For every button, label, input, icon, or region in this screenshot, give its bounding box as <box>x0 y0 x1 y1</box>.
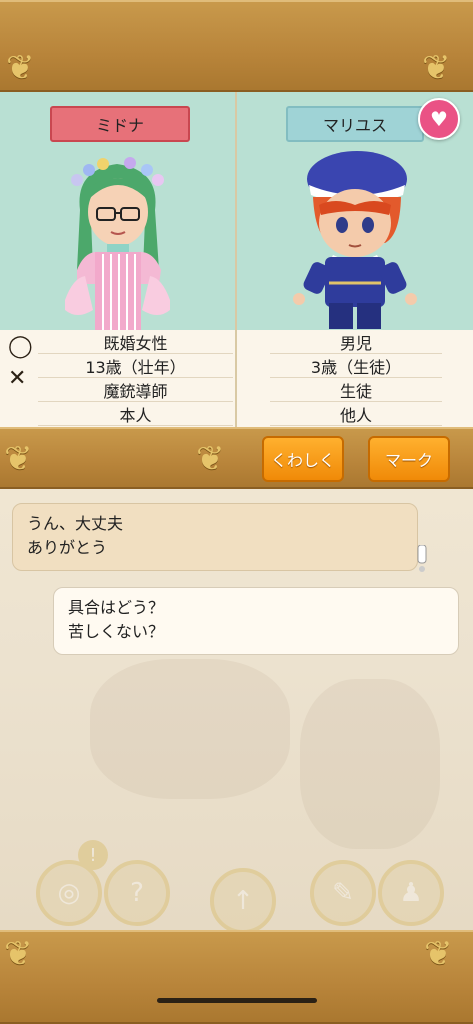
bottom-frame: ❦ ❦ <box>0 930 473 1024</box>
chat-bubble-left: うん、大丈夫 ありがとう <box>12 503 418 571</box>
chat-line: うん、大丈夫 <box>27 514 124 533</box>
chat-bubble-right: 具合はどう？ 苦しくない？ <box>53 587 459 655</box>
info-left-age: 13歳（壮年） <box>38 355 233 378</box>
info-left-job: 魔銃導師 <box>38 379 233 402</box>
chat-icon: ✎ <box>310 860 376 926</box>
up-arrow-icon: ↑ <box>210 868 276 934</box>
top-frame: ❦ ❦ <box>0 0 473 92</box>
scroll-ornament-icon: ❦ <box>4 439 33 479</box>
character-name-tag-right: マリユス <box>286 106 424 142</box>
scroll-ornament-icon: ❦ <box>422 48 451 88</box>
crossed-swords-icon: ✕ <box>8 366 27 391</box>
character-avatar-right <box>293 151 417 329</box>
scroll-pin-icon <box>417 545 427 572</box>
scroll-ornament-icon: ❦ <box>424 934 453 974</box>
chat-line: ありがとう <box>27 538 108 557</box>
scroll-ornament-icon: ❦ <box>6 48 35 88</box>
heart-icon[interactable]: ♥ <box>418 98 460 140</box>
details-button[interactable]: くわしく <box>262 436 344 482</box>
mark-button[interactable]: マーク <box>368 436 450 482</box>
chat-line: 苦しくない？ <box>68 622 165 641</box>
ring-icon: ◯ <box>8 334 33 359</box>
info-left-status: 既婚女性 <box>38 331 233 354</box>
home-indicator[interactable] <box>157 998 317 1003</box>
info-right-job: 生徒 <box>270 379 442 402</box>
info-right-age: 3歳（生徒） <box>270 355 442 378</box>
info-left-relation: 本人 <box>38 403 233 426</box>
background-scene <box>300 679 440 849</box>
character-avatar-left <box>65 157 170 330</box>
chat-line: 具合はどう？ <box>68 598 165 617</box>
faded-hud: ◎ ? ↑ ✎ ♟ ! <box>0 840 473 934</box>
alert-icon: ! <box>78 840 108 870</box>
character-name-tag-left: ミドナ <box>50 106 190 142</box>
background-scene <box>90 659 290 799</box>
scroll-ornament-icon: ❦ <box>4 934 33 974</box>
info-right-status: 男児 <box>270 331 442 354</box>
info-right-relation: 他人 <box>270 403 442 426</box>
help-icon: ? <box>104 860 170 926</box>
scroll-ornament-icon: ❦ <box>196 439 225 479</box>
auto-icon: ♟ <box>378 860 444 926</box>
